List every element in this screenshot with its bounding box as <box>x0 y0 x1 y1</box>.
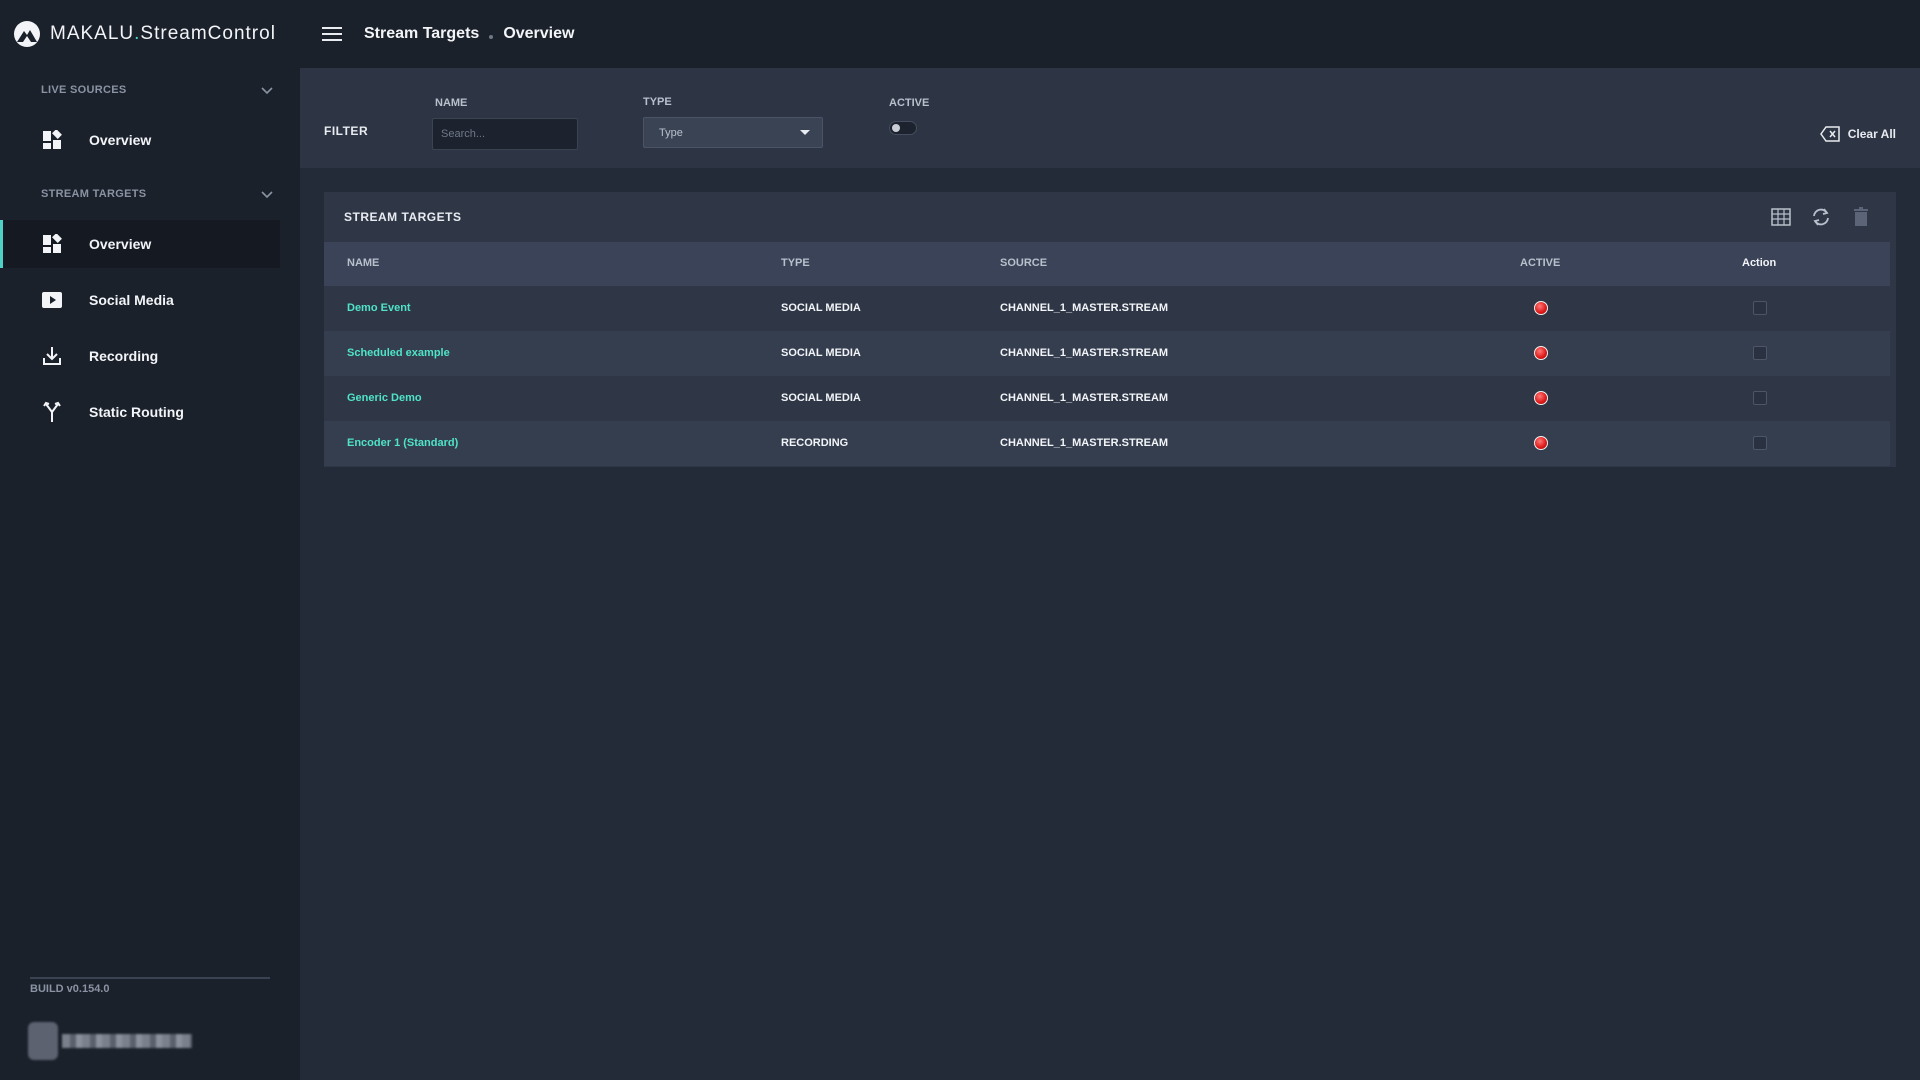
section-stream-targets-label: STREAM TARGETS <box>41 188 147 200</box>
trash-icon[interactable] <box>1850 206 1872 228</box>
column-header-action: Action <box>1742 257 1777 269</box>
build-divider <box>30 977 270 979</box>
chevron-down-icon <box>261 87 273 95</box>
panel-title: STREAM TARGETS <box>344 210 462 224</box>
sidebar-item-targets-overview[interactable]: Overview <box>0 220 280 268</box>
dashboard-icon <box>41 233 63 255</box>
table-row: Generic Demo SOCIAL MEDIA CHANNEL_1_MAST… <box>324 376 1890 421</box>
target-source: CHANNEL_1_MASTER.STREAM <box>1000 437 1169 449</box>
breadcrumb-page: Overview <box>503 25 575 42</box>
breadcrumb-separator <box>489 35 494 39</box>
section-stream-targets[interactable]: STREAM TARGETS <box>0 179 300 209</box>
target-name-link[interactable]: Demo Event <box>347 302 411 314</box>
toggle-knob <box>892 124 900 132</box>
target-type: SOCIAL MEDIA <box>781 347 861 359</box>
dashboard-icon <box>41 129 63 151</box>
sidebar-item-recording[interactable]: Recording <box>0 332 280 380</box>
inactive-status-icon <box>1534 436 1548 450</box>
row-select-checkbox[interactable] <box>1753 391 1767 405</box>
stream-targets-panel: STREAM TARGETS NAME TYPE SOURCE ACTIVE A… <box>324 192 1896 467</box>
name-filter-label: NAME <box>435 97 468 109</box>
target-source: CHANNEL_1_MASTER.STREAM <box>1000 302 1169 314</box>
row-select-checkbox[interactable] <box>1753 346 1767 360</box>
clear-all-label: Clear All <box>1847 127 1896 141</box>
build-version: BUILD v0.154.0 <box>30 983 110 995</box>
section-live-sources[interactable]: LIVE SOURCES <box>0 75 300 105</box>
panel-header: STREAM TARGETS <box>324 192 1896 242</box>
table-row: Encoder 1 (Standard) RECORDING CHANNEL_1… <box>324 421 1890 466</box>
app-logo[interactable]: MAKALU.StreamControl <box>14 20 276 48</box>
clear-all-button[interactable]: Clear All <box>1819 126 1896 142</box>
row-select-checkbox[interactable] <box>1753 301 1767 315</box>
refresh-icon[interactable] <box>1810 206 1832 228</box>
sidebar: MAKALU.StreamControl LIVE SOURCES Overvi… <box>0 0 300 1080</box>
section-live-sources-label: LIVE SOURCES <box>41 84 127 96</box>
column-header-name[interactable]: NAME <box>347 257 379 269</box>
clear-filter-icon <box>1819 126 1840 142</box>
top-bar: Stream Targets Overview <box>300 0 1920 68</box>
filter-title: FILTER <box>324 124 369 138</box>
table-header: NAME TYPE SOURCE ACTIVE Action <box>324 242 1890 286</box>
sidebar-item-label: Overview <box>89 132 152 148</box>
table-row: Scheduled example SOCIAL MEDIA CHANNEL_1… <box>324 331 1890 376</box>
target-name-link[interactable]: Encoder 1 (Standard) <box>347 437 458 449</box>
chevron-down-icon <box>261 191 273 199</box>
menu-icon[interactable] <box>322 27 342 41</box>
type-filter-label: TYPE <box>643 96 672 108</box>
target-type: RECORDING <box>781 437 849 449</box>
target-source: CHANNEL_1_MASTER.STREAM <box>1000 392 1169 404</box>
column-header-type[interactable]: TYPE <box>781 257 810 269</box>
active-filter-label: ACTIVE <box>889 97 930 109</box>
target-name-link[interactable]: Scheduled example <box>347 347 450 359</box>
table-toolbar <box>1770 206 1872 228</box>
sidebar-item-label: Recording <box>89 348 159 364</box>
breadcrumb-section[interactable]: Stream Targets <box>364 25 479 43</box>
type-select-value: Type <box>659 126 683 139</box>
search-input[interactable] <box>432 118 578 150</box>
mountain-logo-icon <box>14 21 40 47</box>
caret-down-icon <box>800 130 810 135</box>
sidebar-item-label: Static Routing <box>89 404 184 420</box>
target-type: SOCIAL MEDIA <box>781 302 861 314</box>
sidebar-item-label: Social Media <box>89 292 174 308</box>
filter-bar: FILTER NAME TYPE Type ACTIVE Clear All <box>300 68 1920 168</box>
column-header-active[interactable]: ACTIVE <box>1520 257 1560 269</box>
inactive-status-icon <box>1534 346 1548 360</box>
inactive-status-icon <box>1534 301 1548 315</box>
sidebar-item-social-media[interactable]: Social Media <box>0 276 280 324</box>
target-type: SOCIAL MEDIA <box>781 392 861 404</box>
column-header-source[interactable]: SOURCE <box>1000 257 1047 269</box>
app-title: MAKALU.StreamControl <box>50 23 276 44</box>
download-icon <box>41 345 63 367</box>
table-row: Demo Event SOCIAL MEDIA CHANNEL_1_MASTER… <box>324 286 1890 331</box>
routing-icon <box>41 401 63 423</box>
row-select-checkbox[interactable] <box>1753 436 1767 450</box>
type-select[interactable]: Type <box>643 117 823 148</box>
sidebar-item-static-routing[interactable]: Static Routing <box>0 388 280 436</box>
target-source: CHANNEL_1_MASTER.STREAM <box>1000 347 1169 359</box>
inactive-status-icon <box>1534 391 1548 405</box>
target-name-link[interactable]: Generic Demo <box>347 392 422 404</box>
table-view-icon[interactable] <box>1770 206 1792 228</box>
play-icon <box>41 289 63 311</box>
user-name-redacted <box>62 1034 192 1048</box>
avatar[interactable] <box>28 1022 58 1060</box>
active-toggle[interactable] <box>889 121 917 135</box>
sidebar-item-label: Overview <box>89 236 152 252</box>
sidebar-item-live-overview[interactable]: Overview <box>0 116 280 164</box>
